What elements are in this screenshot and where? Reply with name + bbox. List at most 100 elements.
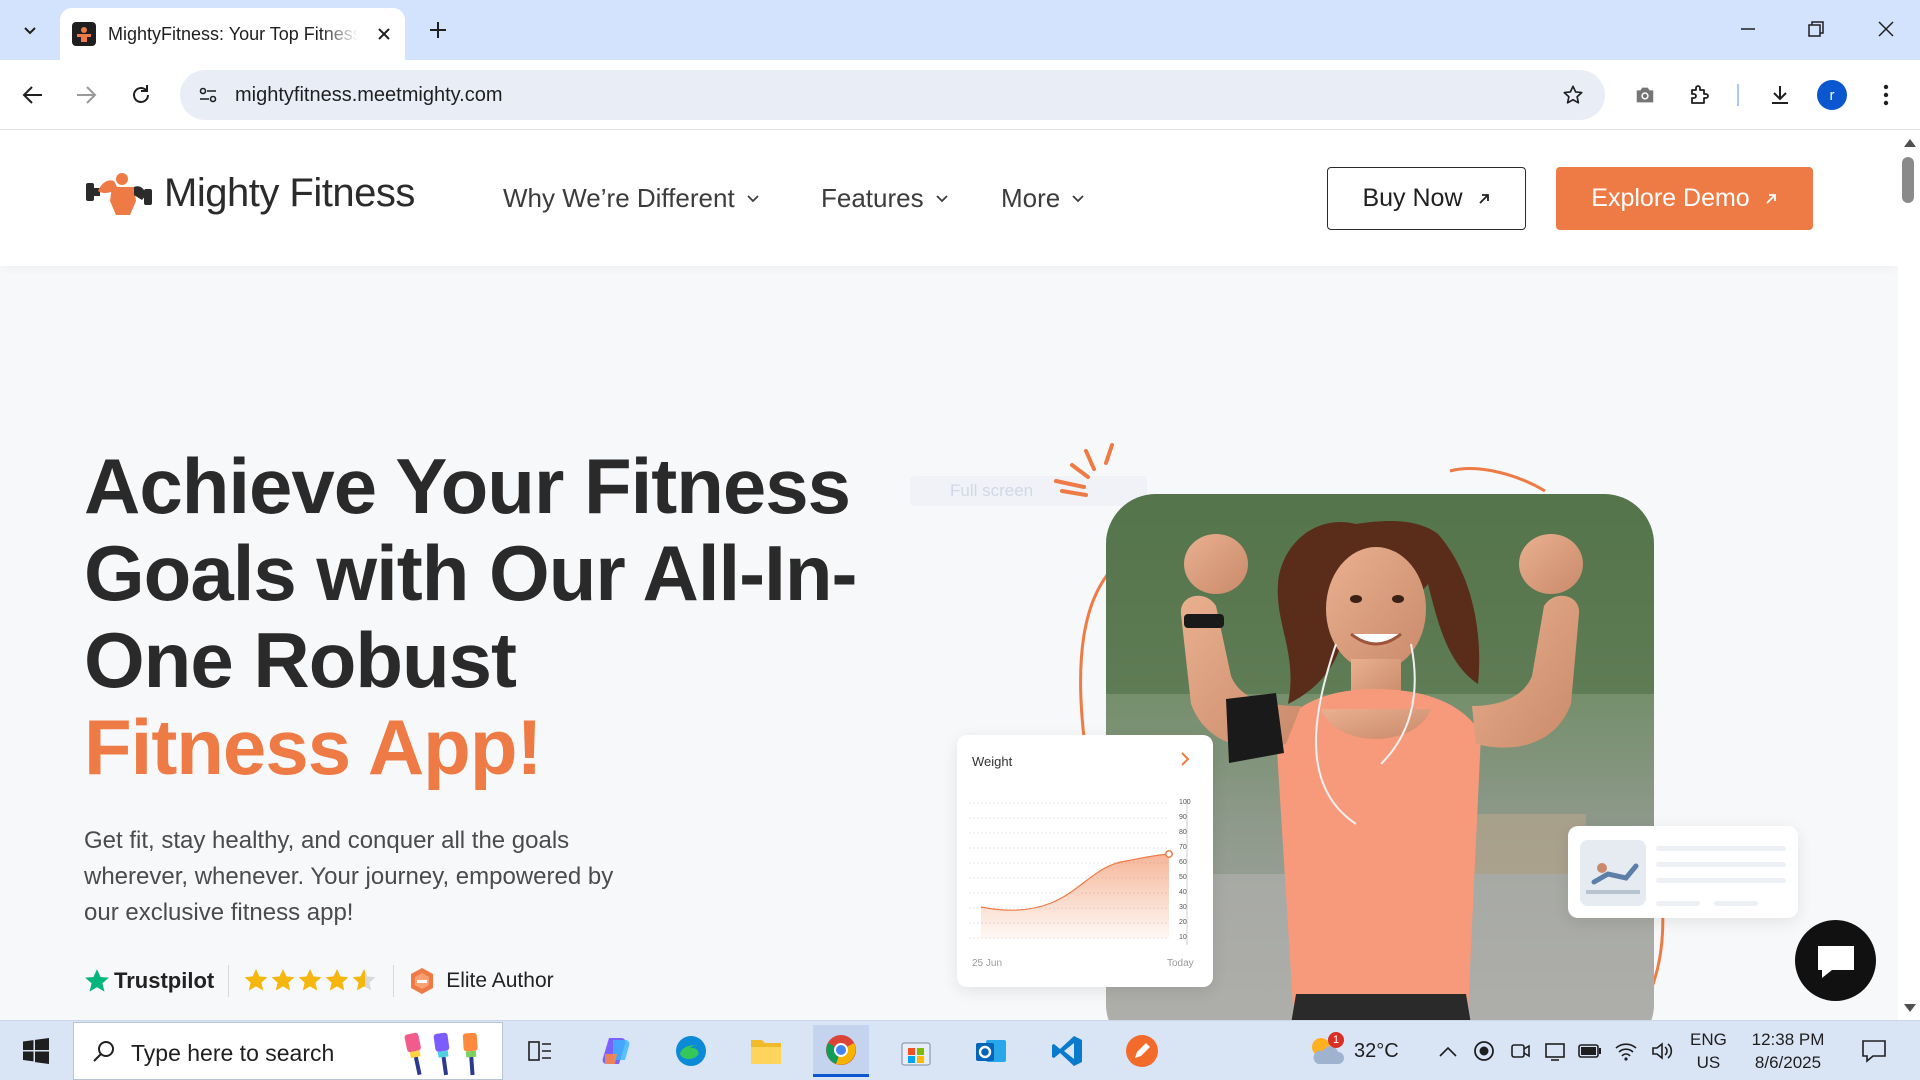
- scroll-down-arrow-icon[interactable]: [1904, 1004, 1916, 1012]
- arrow-up-right-icon: [1478, 193, 1489, 204]
- scroll-up-arrow-icon[interactable]: [1904, 139, 1916, 147]
- web-page: Mighty Fitness Why We’re Different Featu…: [0, 131, 1898, 1020]
- profile-avatar[interactable]: r: [1817, 80, 1847, 110]
- paintbrushes-highlight-icon: [404, 1032, 478, 1076]
- hero-title-accent: Fitness App!: [84, 703, 542, 791]
- chevron-right-icon[interactable]: [1179, 752, 1191, 766]
- elite-author-badge-icon: [411, 968, 434, 994]
- arrow-left-icon: [22, 86, 42, 104]
- file-explorer-app[interactable]: [738, 1025, 794, 1077]
- copilot-app[interactable]: [588, 1025, 644, 1077]
- taskbar-search[interactable]: Type here to search: [73, 1022, 503, 1080]
- meet-now-camera-icon[interactable]: [1508, 1039, 1532, 1063]
- minimize-button[interactable]: [1714, 0, 1782, 58]
- download-icon: [1772, 86, 1788, 104]
- nav-label: Why We’re Different: [503, 183, 735, 213]
- tab-strip: MightyFitness: Your Top Fitness App: [0, 0, 1920, 60]
- elite-author-label: Elite Author: [446, 969, 554, 992]
- chevron-down-icon: [24, 27, 36, 35]
- active-tab[interactable]: MightyFitness: Your Top Fitness App: [60, 8, 405, 60]
- system-clock[interactable]: 12:38 PM 8/6/2025: [1748, 1028, 1828, 1074]
- more-vertical-icon: [1883, 84, 1889, 106]
- nav-label: More: [1001, 183, 1061, 213]
- buy-now-button[interactable]: Buy Now: [1327, 167, 1526, 230]
- weight-y-axis: 100 90 80 70 60 50 40 30 20 10: [1179, 799, 1191, 941]
- weather-temp: 32°C: [1354, 1039, 1399, 1062]
- forward-button[interactable]: [66, 75, 106, 115]
- reload-icon: [133, 85, 149, 103]
- page-scrollbar[interactable]: [1898, 131, 1920, 1020]
- record-icon[interactable]: [1472, 1039, 1496, 1063]
- tab-search-button[interactable]: [10, 12, 50, 48]
- screenshot-button[interactable]: [1625, 75, 1665, 115]
- language-indicator[interactable]: ENG US: [1690, 1028, 1727, 1074]
- chevron-down-icon: [935, 194, 948, 202]
- reload-button[interactable]: [121, 75, 161, 115]
- hero-title-main: Achieve Your Fitness Goals with Our All-…: [84, 442, 857, 704]
- divider: [228, 965, 230, 997]
- tab-close-icon[interactable]: [370, 20, 398, 48]
- restore-button[interactable]: [1782, 0, 1850, 58]
- chrome-icon: [826, 1034, 856, 1065]
- hero-description: Get fit, stay healthy, and conquer all t…: [84, 827, 614, 926]
- divider: [393, 965, 395, 997]
- browser-menu-button[interactable]: [1866, 75, 1906, 115]
- store-icon: [901, 1042, 931, 1066]
- weight-chart-card[interactable]: Weight 100 90 80 70 60 50 40 30 20 10 25 Jun Toda…: [957, 735, 1213, 987]
- pen-icon: [1126, 1035, 1158, 1067]
- new-tab-button[interactable]: [420, 14, 456, 46]
- address-bar[interactable]: mightyfitness.meetmighty.com: [180, 70, 1605, 120]
- buy-now-label: Buy Now: [1362, 184, 1463, 212]
- scrollbar-thumb[interactable]: [1902, 157, 1914, 203]
- volume-icon[interactable]: [1650, 1039, 1674, 1063]
- start-button[interactable]: [14, 1031, 58, 1071]
- chat-bubble-icon: [1817, 945, 1854, 978]
- trust-badges: Trustpilot Elite Author: [84, 964, 554, 998]
- site-info-icon[interactable]: [192, 79, 224, 111]
- clock-time: 12:38 PM: [1751, 1030, 1825, 1049]
- display-settings-icon[interactable]: [1543, 1039, 1567, 1063]
- wifi-icon[interactable]: [1614, 1039, 1638, 1063]
- vscode-app[interactable]: [1039, 1025, 1095, 1077]
- weight-date-end: Today: [1167, 958, 1194, 969]
- chrome-app-active[interactable]: [813, 1025, 869, 1077]
- downloads-button[interactable]: [1760, 75, 1800, 115]
- chevron-down-icon: [1072, 194, 1084, 202]
- close-icon: [1878, 21, 1894, 37]
- back-button[interactable]: [13, 75, 53, 115]
- nav-label: Features: [821, 183, 924, 213]
- search-icon: [93, 1041, 114, 1062]
- workout-thumbnail: [1580, 840, 1646, 906]
- battery-icon[interactable]: [1578, 1039, 1602, 1063]
- weather-widget[interactable]: 1 32°C: [1308, 1029, 1418, 1073]
- tab-title: MightyFitness: Your Top Fitness App: [108, 24, 358, 44]
- weight-card-title: Weight: [972, 754, 1013, 769]
- outlook-icon: [976, 1040, 1006, 1062]
- nav-features[interactable]: Features: [821, 183, 948, 214]
- pen-app[interactable]: [1114, 1025, 1170, 1077]
- hero-title: Achieve Your Fitness Goals with Our All-…: [84, 443, 884, 791]
- microsoft-store-app[interactable]: [888, 1025, 944, 1077]
- explore-demo-button[interactable]: Explore Demo: [1556, 167, 1813, 230]
- nav-why-different[interactable]: Why We’re Different: [503, 183, 759, 214]
- workout-preview-card[interactable]: [1568, 826, 1798, 918]
- puzzle-icon: [1691, 85, 1709, 104]
- copilot-icon: [602, 1038, 630, 1064]
- logo-text: Mighty Fitness: [164, 170, 415, 215]
- task-view-button[interactable]: [512, 1025, 568, 1077]
- trustpilot-star-icon: [85, 969, 109, 992]
- bookmark-star-icon[interactable]: [1557, 79, 1589, 111]
- close-window-button[interactable]: [1852, 0, 1920, 58]
- show-hidden-icons-chevron-up-icon[interactable]: [1436, 1039, 1460, 1063]
- camera-icon: [1636, 87, 1654, 103]
- chat-widget-button[interactable]: [1795, 920, 1876, 1001]
- url-text[interactable]: mightyfitness.meetmighty.com: [235, 83, 503, 107]
- site-logo[interactable]: Mighty Fitness: [84, 169, 415, 217]
- notification-center-icon[interactable]: [1858, 1035, 1890, 1067]
- extensions-button[interactable]: [1680, 75, 1720, 115]
- edge-app[interactable]: [663, 1025, 719, 1077]
- mightyfitness-favicon-icon: [72, 22, 96, 46]
- outlook-app[interactable]: [963, 1025, 1019, 1077]
- vscode-icon: [1052, 1036, 1082, 1066]
- nav-more[interactable]: More: [1001, 183, 1084, 214]
